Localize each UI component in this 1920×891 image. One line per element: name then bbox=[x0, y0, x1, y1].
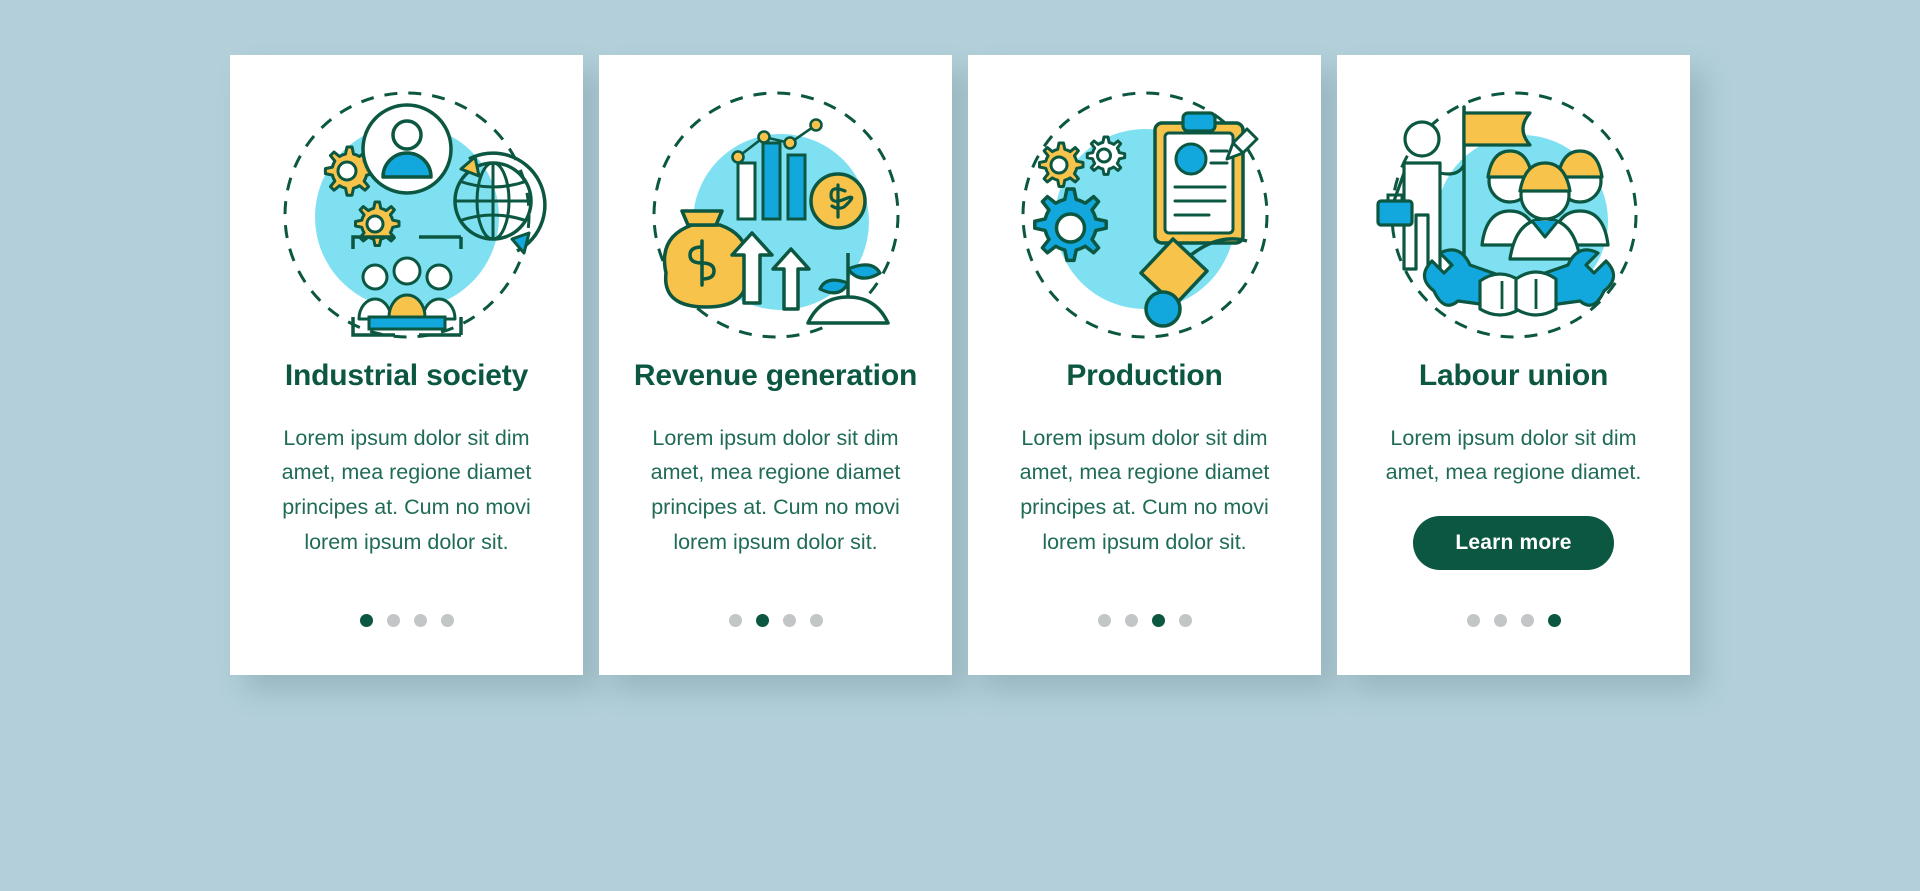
onboarding-card-revenue-generation[interactable]: Revenue generation Lorem ipsum dolor sit… bbox=[599, 55, 952, 675]
learn-more-button[interactable]: Learn more bbox=[1413, 516, 1614, 571]
pagination-dot-4[interactable] bbox=[809, 614, 823, 627]
card-title: Revenue generation bbox=[633, 359, 918, 392]
pagination-dot-1[interactable] bbox=[359, 614, 373, 627]
pagination-dot-2[interactable] bbox=[1124, 614, 1138, 627]
labour-union-illustration bbox=[1364, 77, 1664, 355]
pagination-dot-1[interactable] bbox=[728, 614, 742, 627]
card-title: Industrial society bbox=[284, 359, 529, 392]
pagination-dot-3[interactable] bbox=[782, 614, 796, 627]
card-title: Production bbox=[1066, 359, 1223, 392]
pagination-dot-3[interactable] bbox=[1520, 614, 1534, 627]
revenue-generation-illustration bbox=[626, 77, 926, 355]
card-body-text: Lorem ipsum dolor sit dim amet, mea regi… bbox=[281, 425, 532, 554]
pagination-dot-2[interactable] bbox=[1493, 614, 1507, 627]
card-body-text: Lorem ipsum dolor sit dim amet, mea regi… bbox=[650, 425, 901, 554]
card-title: Labour union bbox=[1418, 359, 1609, 392]
pagination-dot-2[interactable] bbox=[755, 614, 769, 627]
production-illustration bbox=[995, 77, 1295, 355]
industrial-society-illustration bbox=[257, 77, 557, 355]
pagination-dot-4[interactable] bbox=[1547, 614, 1561, 627]
pagination-dots[interactable] bbox=[230, 614, 583, 627]
onboarding-card-industrial-society[interactable]: Industrial society Lorem ipsum dolor sit… bbox=[230, 55, 583, 675]
pagination-dot-3[interactable] bbox=[1151, 614, 1165, 627]
onboarding-card-labour-union[interactable]: Labour union Lorem ipsum dolor sit dim a… bbox=[1337, 55, 1690, 675]
onboarding-card-production[interactable]: Production Lorem ipsum dolor sit dim ame… bbox=[968, 55, 1321, 675]
pagination-dot-4[interactable] bbox=[1178, 614, 1192, 627]
pagination-dots[interactable] bbox=[1337, 614, 1690, 627]
pagination-dot-4[interactable] bbox=[440, 614, 454, 627]
card-body-text: Lorem ipsum dolor sit dim amet, mea regi… bbox=[1385, 425, 1642, 485]
pagination-dots[interactable] bbox=[968, 614, 1321, 627]
pagination-dot-2[interactable] bbox=[386, 614, 400, 627]
pagination-dot-1[interactable] bbox=[1466, 614, 1480, 627]
pagination-dots[interactable] bbox=[599, 614, 952, 627]
pagination-dot-3[interactable] bbox=[413, 614, 427, 627]
card-body-text: Lorem ipsum dolor sit dim amet, mea regi… bbox=[1019, 425, 1270, 554]
onboarding-screens-container: Industrial society Lorem ipsum dolor sit… bbox=[0, 0, 1920, 891]
pagination-dot-1[interactable] bbox=[1097, 614, 1111, 627]
